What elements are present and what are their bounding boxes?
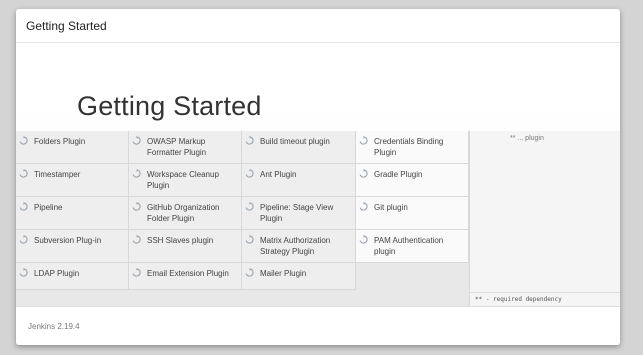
- plugin-name: GitHub Organization Folder Plugin: [147, 203, 220, 223]
- dialog-body[interactable]: Folders Plugin OWASP Markup Formatter Plu…: [16, 43, 620, 306]
- plugin-name: Pipeline: [34, 203, 63, 212]
- plugin-item: Folders Plugin: [16, 131, 129, 164]
- plugin-grid: Folders Plugin OWASP Markup Formatter Plu…: [16, 131, 469, 290]
- spinner-icon: [19, 235, 28, 244]
- plugin-name: SSH Slaves plugin: [147, 236, 214, 245]
- spinner-icon: [245, 235, 254, 244]
- spinner-icon: [245, 202, 254, 211]
- plugin-name: Email Extension Plugin: [147, 269, 229, 278]
- required-dependency-note: ** - required dependency: [470, 292, 620, 306]
- spinner-icon: [132, 169, 141, 178]
- spinner-icon: [245, 169, 254, 178]
- plugin-name: OWASP Markup Formatter Plugin: [147, 137, 207, 157]
- plugin-name: Subversion Plug-in: [34, 236, 102, 245]
- plugin-name: Credentials Binding Plugin: [374, 137, 444, 157]
- spinner-icon: [245, 136, 254, 145]
- plugin-name: LDAP Plugin: [34, 269, 80, 278]
- plugin-name: Timestamper: [34, 170, 81, 179]
- spinner-icon: [132, 136, 141, 145]
- spinner-icon: [245, 268, 254, 277]
- version-label: Jenkins 2.19.4: [28, 322, 80, 331]
- plugin-item: Build timeout plugin: [242, 131, 356, 164]
- install-log-panel: ** ... plugin ** - required dependency: [469, 131, 620, 306]
- page-title: Getting Started: [77, 91, 262, 121]
- plugin-item: GitHub Organization Folder Plugin: [129, 197, 242, 230]
- plugin-item: Matrix Authorization Strategy Plugin: [242, 230, 356, 263]
- plugin-item: Ant Plugin: [242, 164, 356, 197]
- plugin-item: Timestamper: [16, 164, 129, 197]
- plugin-item: Gradle Plugin: [356, 164, 469, 197]
- plugin-item: OWASP Markup Formatter Plugin: [129, 131, 242, 164]
- plugin-item: PAM Authentication plugin: [356, 230, 469, 263]
- spinner-icon: [359, 235, 368, 244]
- spinner-icon: [132, 202, 141, 211]
- install-log-text: ** ... plugin: [510, 135, 544, 142]
- plugin-item: Mailer Plugin: [242, 263, 356, 290]
- spinner-icon: [19, 202, 28, 211]
- spinner-icon: [19, 268, 28, 277]
- spinner-icon: [19, 169, 28, 178]
- dialog-footer: Jenkins 2.19.4: [16, 306, 620, 345]
- plugin-name: Workspace Cleanup Plugin: [147, 170, 219, 190]
- plugin-name: Build timeout plugin: [260, 137, 330, 146]
- plugin-item: SSH Slaves plugin: [129, 230, 242, 263]
- dialog-title: Getting Started: [26, 18, 107, 33]
- plugin-name: Mailer Plugin: [260, 269, 307, 278]
- plugin-name: Ant Plugin: [260, 170, 297, 179]
- plugin-name: Matrix Authorization Strategy Plugin: [260, 236, 331, 256]
- plugin-item: Pipeline: [16, 197, 129, 230]
- plugin-item: Workspace Cleanup Plugin: [129, 164, 242, 197]
- plugin-item: LDAP Plugin: [16, 263, 129, 290]
- plugin-name: Folders Plugin: [34, 137, 86, 146]
- spinner-icon: [132, 268, 141, 277]
- spinner-icon: [359, 136, 368, 145]
- spinner-icon: [359, 169, 368, 178]
- spinner-icon: [132, 235, 141, 244]
- getting-started-banner: Getting Started: [16, 43, 620, 131]
- plugin-item: Subversion Plug-in: [16, 230, 129, 263]
- empty-cell: [356, 263, 469, 290]
- plugin-name: Pipeline: Stage View Plugin: [260, 203, 334, 223]
- plugin-name: Git plugin: [374, 203, 408, 212]
- plugin-item: Pipeline: Stage View Plugin: [242, 197, 356, 230]
- plugin-name: Gradle Plugin: [374, 170, 423, 179]
- dialog-header: Getting Started: [16, 9, 620, 43]
- setup-dialog: Getting Started Folders Plugin OWASP Mark…: [16, 9, 620, 345]
- plugin-item: Email Extension Plugin: [129, 263, 242, 290]
- spinner-icon: [359, 202, 368, 211]
- plugin-name: PAM Authentication plugin: [374, 236, 444, 256]
- spinner-icon: [19, 136, 28, 145]
- plugin-item: Git plugin: [356, 197, 469, 230]
- plugin-item: Credentials Binding Plugin: [356, 131, 469, 164]
